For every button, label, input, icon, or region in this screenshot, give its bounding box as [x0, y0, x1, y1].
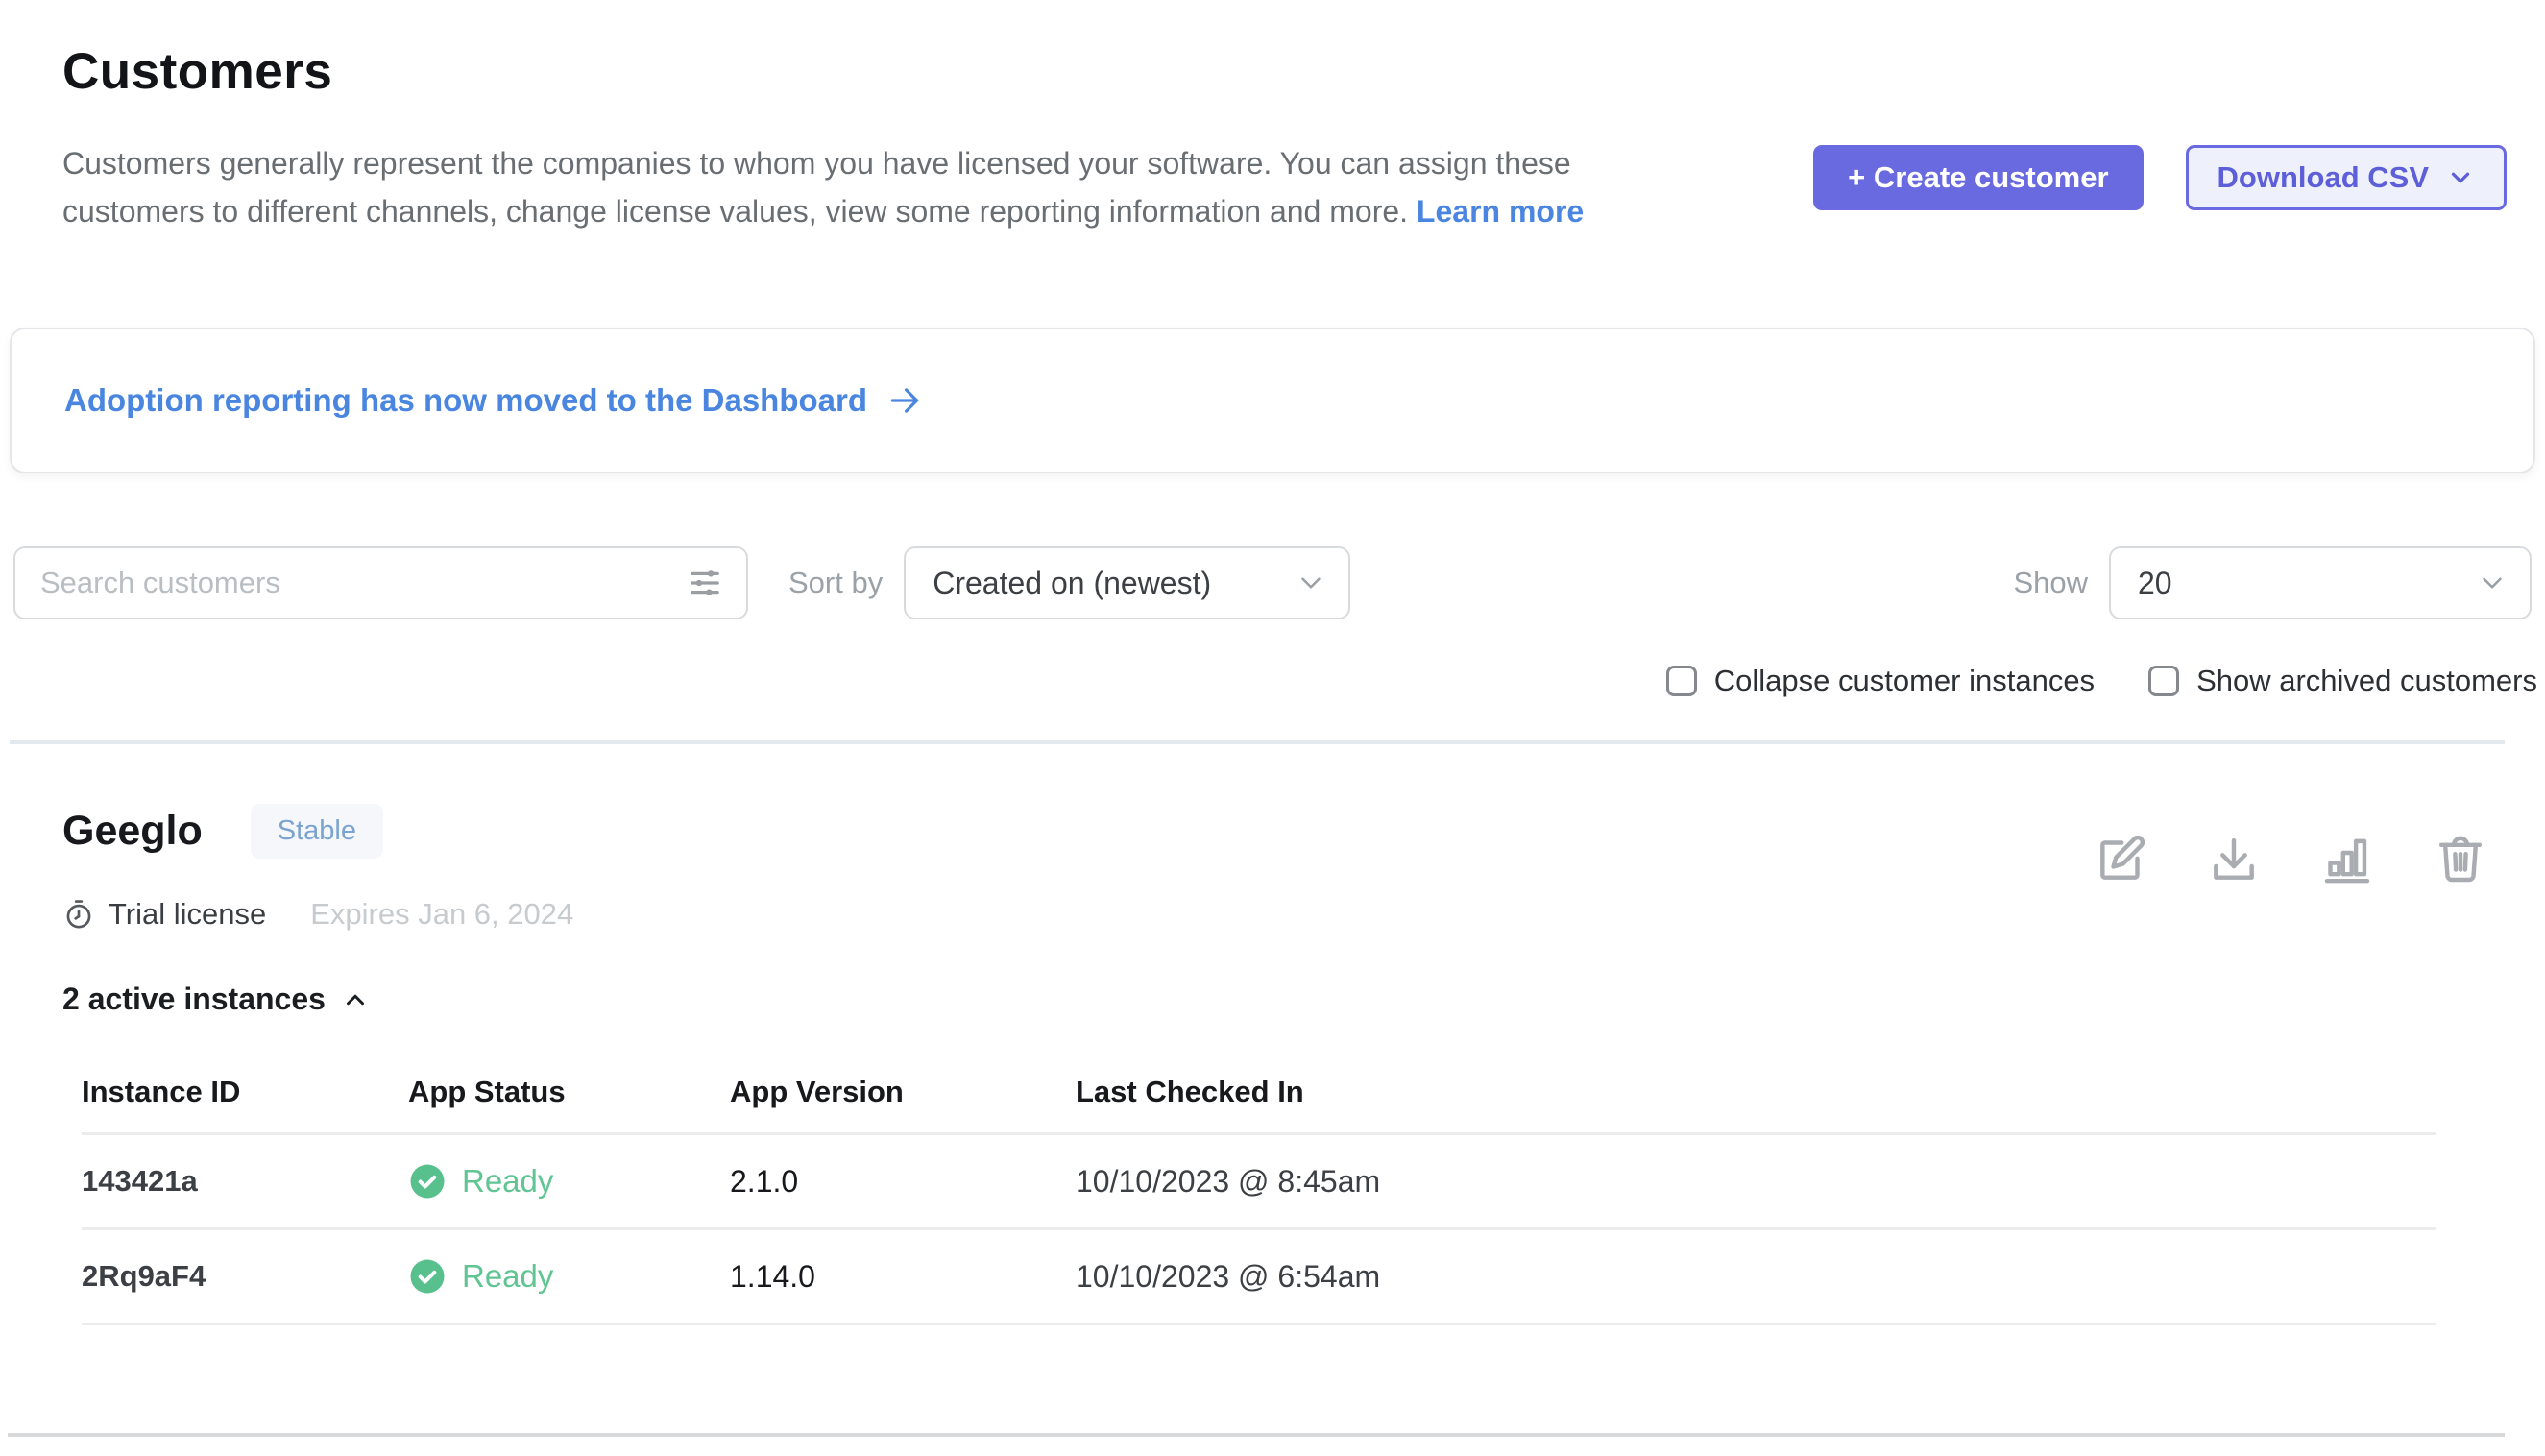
- instance-app-version: 2.1.0: [730, 1164, 1076, 1200]
- instance-id: 2Rq9aF4: [82, 1259, 408, 1294]
- page-header: Customers Customers generally represent …: [0, 0, 2545, 235]
- instances-table: Instance ID App Status App Version Last …: [82, 1061, 2436, 1325]
- sort-by-label: Sort by: [788, 566, 883, 600]
- description-text: Customers generally represent the compan…: [62, 146, 1571, 229]
- instance-last-checked-in: 10/10/2023 @ 6:54am: [1076, 1259, 2436, 1295]
- instances-toggle-label: 2 active instances: [62, 982, 326, 1017]
- adoption-banner-link[interactable]: Adoption reporting has now moved to the …: [64, 382, 923, 419]
- filter-bar: Sort by Created on (newest) Show 20: [0, 546, 2545, 619]
- customers-page: Customers Customers generally represent …: [0, 0, 2545, 1456]
- page-title: Customers: [62, 42, 2507, 101]
- download-csv-label: Download CSV: [2218, 160, 2429, 195]
- check-circle-icon: [408, 1257, 447, 1296]
- channel-badge: Stable: [251, 804, 383, 859]
- show-select-value: 20: [2138, 566, 2172, 601]
- instance-id: 143421a: [82, 1164, 408, 1199]
- list-options-row: Collapse customer instances Show archive…: [0, 664, 2545, 698]
- table-row: 2Rq9aF4 Ready 1.14.0 10/10/2023 @ 6:54am: [82, 1230, 2436, 1325]
- header-actions: + Create customer Download CSV: [1813, 145, 2507, 210]
- show-label: Show: [2013, 566, 2088, 600]
- chevron-up-icon: [341, 985, 370, 1014]
- delete-customer-icon[interactable]: [2434, 833, 2487, 886]
- chevron-down-icon: [2446, 163, 2475, 192]
- create-customer-button[interactable]: + Create customer: [1813, 145, 2143, 210]
- collapse-instances-option[interactable]: Collapse customer instances: [1666, 664, 2095, 698]
- instance-status: Ready: [408, 1257, 730, 1296]
- filter-sliders-icon[interactable]: [685, 563, 725, 603]
- license-expires: Expires Jan 6, 2024: [310, 897, 573, 932]
- col-header-last-checked-in: Last Checked In: [1076, 1075, 2436, 1109]
- collapse-instances-label: Collapse customer instances: [1714, 664, 2095, 698]
- instance-status-label: Ready: [462, 1163, 553, 1200]
- search-box: [13, 546, 748, 619]
- chevron-down-icon: [1295, 567, 1327, 599]
- learn-more-link[interactable]: Learn more: [1417, 194, 1584, 229]
- customer-name: Geeglo: [62, 808, 203, 855]
- customer-card: Geeglo Stable Trial license: [0, 744, 2545, 1325]
- instances-table-header: Instance ID App Status App Version Last …: [82, 1061, 2436, 1135]
- col-header-app-version: App Version: [730, 1075, 1076, 1109]
- customer-actions: [2094, 833, 2487, 886]
- sort-select-value: Created on (newest): [933, 566, 1211, 601]
- show-archived-checkbox[interactable]: [2148, 666, 2179, 696]
- license-row: Trial license Expires Jan 6, 2024: [62, 897, 2487, 932]
- chevron-down-icon: [2476, 567, 2509, 599]
- col-header-app-status: App Status: [408, 1075, 730, 1109]
- check-circle-icon: [408, 1162, 447, 1201]
- license-type-label: Trial license: [109, 897, 266, 932]
- show-archived-option[interactable]: Show archived customers: [2148, 664, 2537, 698]
- adoption-banner: Adoption reporting has now moved to the …: [10, 328, 2535, 473]
- edit-customer-icon[interactable]: [2094, 833, 2147, 886]
- instance-app-version: 1.14.0: [730, 1259, 1076, 1295]
- download-customer-icon[interactable]: [2207, 833, 2261, 886]
- instances-toggle[interactable]: 2 active instances: [62, 982, 2487, 1017]
- collapse-instances-checkbox[interactable]: [1666, 666, 1697, 696]
- search-input[interactable]: [40, 566, 685, 600]
- reporting-chart-icon[interactable]: [2320, 833, 2374, 886]
- arrow-right-icon: [886, 382, 923, 419]
- instance-status: Ready: [408, 1162, 730, 1201]
- download-csv-button[interactable]: Download CSV: [2186, 145, 2507, 210]
- bottom-divider: [8, 1433, 2505, 1437]
- show-archived-label: Show archived customers: [2196, 664, 2537, 698]
- table-row: 143421a Ready 2.1.0 10/10/2023 @ 8:45am: [82, 1135, 2436, 1230]
- adoption-banner-text: Adoption reporting has now moved to the …: [64, 382, 867, 419]
- instance-last-checked-in: 10/10/2023 @ 8:45am: [1076, 1164, 2436, 1200]
- instance-status-label: Ready: [462, 1258, 553, 1295]
- show-select[interactable]: 20: [2109, 546, 2532, 619]
- sort-select[interactable]: Created on (newest): [904, 546, 1350, 619]
- page-description: Customers generally represent the compan…: [62, 139, 1695, 235]
- col-header-instance-id: Instance ID: [82, 1075, 408, 1109]
- stopwatch-icon: [62, 898, 95, 931]
